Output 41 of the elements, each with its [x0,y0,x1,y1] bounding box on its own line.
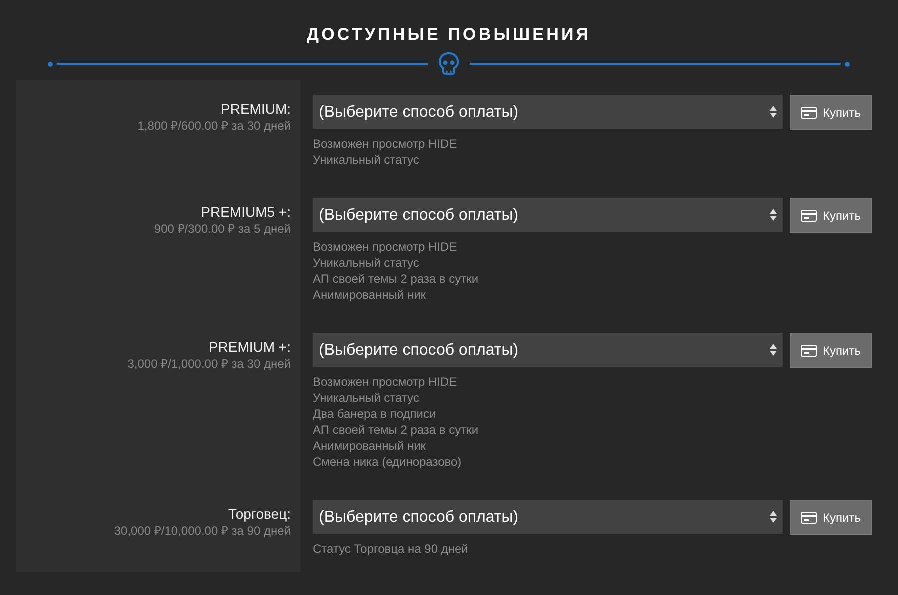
credit-card-icon [801,344,818,356]
feature-text: Два банера в подписи [313,406,438,422]
feature-text: Возможен просмотр HIDE [313,374,458,390]
feature-text: Возможен просмотр HIDE [313,136,458,152]
feature-text: Уникальный статус [313,390,420,406]
buy-button[interactable]: Купить [790,500,872,535]
feature-text: АП своей темы 2 раза в сутки [313,422,480,438]
sort-arrows-icon [770,106,778,118]
sort-arrows-icon [770,344,778,356]
sort-arrows-icon [770,209,778,221]
feature-text: Уникальный статус [313,255,420,271]
plan-name: Торговец: [228,505,291,523]
buy-button[interactable]: Купить [790,333,872,368]
feature-text: Анимированный ник [313,438,428,454]
credit-card-icon [801,512,818,524]
divider-dot-icon [48,62,53,66]
skull-icon [438,52,460,76]
plan-price: 30,000 ₽/10,000.00 ₽ за 90 дней [114,523,291,539]
payment-select[interactable]: (Выберите способ оплаты) [313,95,784,129]
payment-select[interactable]: (Выберите способ оплаты) [313,333,784,367]
divider-dot-icon [845,62,850,66]
section-title: ДОСТУПНЫЕ ПОВЫШЕНИЯ [306,24,592,46]
feature-text: Возможен просмотр HIDE [313,239,458,255]
plan-price: 3,000 ₽/1,000.00 ₽ за 30 дней [128,356,291,372]
payment-select[interactable]: (Выберите способ оплаты) [313,198,784,232]
feature-text: Уникальный статус [313,152,420,168]
credit-card-icon [801,106,818,118]
plan-name: PREMIUM: [221,100,291,118]
sort-arrows-icon [770,511,778,523]
credit-card-icon [801,210,818,222]
plan-price: 1,800 ₽/600.00 ₽ за 30 дней [138,118,291,134]
feature-text: АП своей темы 2 раза в сутки [313,271,480,287]
plan-name: PREMIUM +: [208,338,291,356]
buy-button[interactable]: Купить [790,95,872,130]
payment-select[interactable]: (Выберите способ оплаты) [313,500,784,534]
feature-text: Анимированный ник [313,287,428,303]
feature-text: Статус Торговца на 90 дней [313,541,470,557]
buy-button[interactable]: Купить [790,198,872,233]
feature-text: Смена ника (единоразово) [313,454,463,470]
plan-price: 900 ₽/300.00 ₽ за 5 дней [154,221,291,237]
plan-name: PREMIUM5 +: [201,203,291,221]
